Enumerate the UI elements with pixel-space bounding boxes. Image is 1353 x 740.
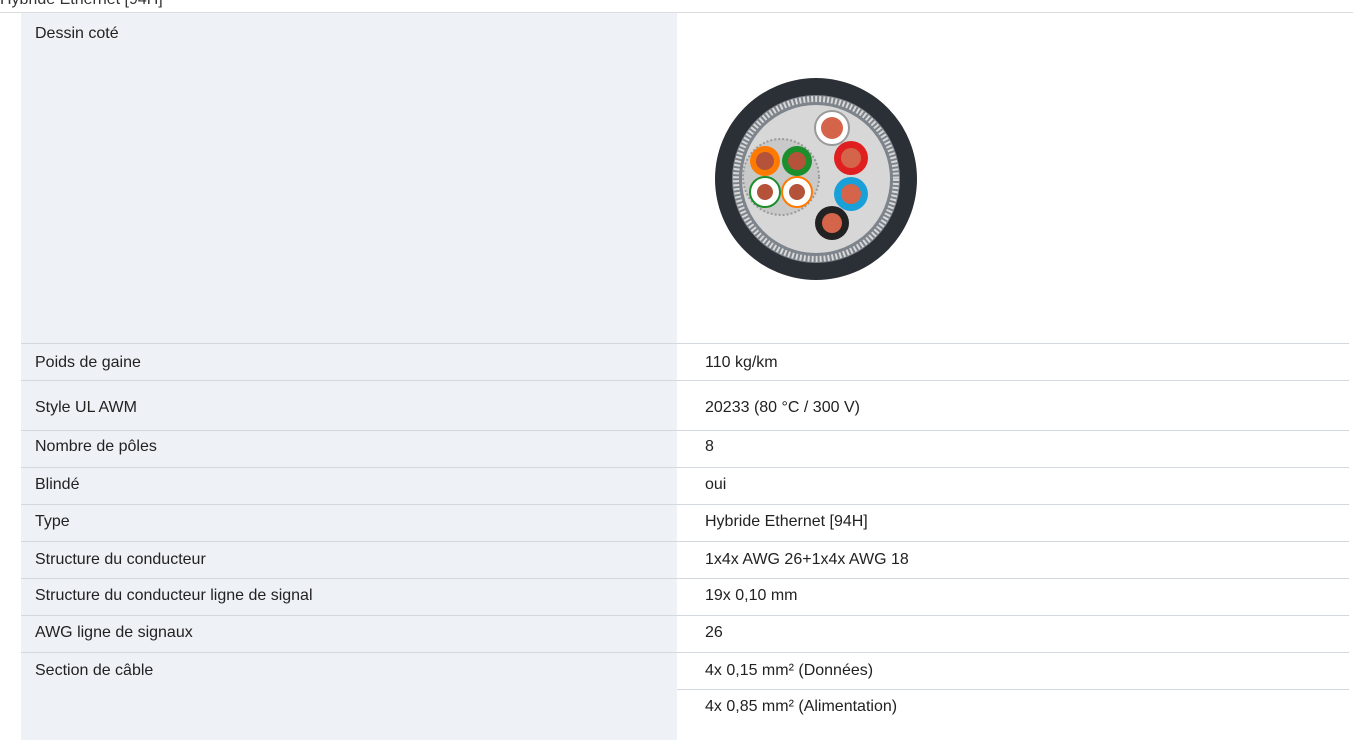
row-separator [21, 541, 1349, 542]
row-value: 4x 0,85 mm² (Alimentation) [705, 698, 898, 715]
row-label: AWG ligne de signaux [35, 624, 193, 641]
drawing-label: Dessin coté [35, 25, 119, 42]
cable-cross-section-icon [715, 78, 917, 280]
row-label: Type [35, 513, 70, 530]
row-value: 4x 0,15 mm² (Données) [705, 662, 874, 679]
row-value: 110 kg/km [705, 354, 778, 371]
row-separator [21, 578, 1349, 579]
row-separator [21, 615, 1349, 616]
row-separator-value-only [677, 689, 1349, 690]
row-section-de-cable-extra: 4x 0,85 mm² (Alimentation) [21, 691, 1349, 723]
row-type: Type Hybride Ethernet [94H] [21, 506, 1349, 538]
row-value: 26 [705, 624, 723, 641]
row-value: Hybride Ethernet [94H] [705, 513, 868, 530]
row-label: Nombre de pôles [35, 438, 157, 455]
row-awg-ligne-de-signaux: AWG ligne de signaux 26 [21, 617, 1349, 649]
row-separator [21, 467, 1349, 468]
row-value: 19x 0,10 mm [705, 587, 798, 604]
row-label: Blindé [35, 476, 80, 493]
row-separator-drawing [21, 343, 1349, 344]
row-poids-de-gaine: Poids de gaine 110 kg/km [21, 347, 1349, 379]
row-label: Structure du conducteur ligne de signal [35, 587, 313, 604]
row-label: Poids de gaine [35, 354, 141, 371]
row-value: 1x4x AWG 26+1x4x AWG 18 [705, 551, 909, 568]
row-value: oui [705, 476, 727, 493]
clipped-header: Hybride Ethernet [94H] [0, 0, 1353, 13]
row-label: Style UL AWM [35, 399, 137, 416]
row-label: Structure du conducteur [35, 551, 206, 568]
row-structure-ligne-de-signal: Structure du conducteur ligne de signal … [21, 580, 1349, 612]
row-structure-du-conducteur: Structure du conducteur 1x4x AWG 26+1x4x… [21, 544, 1349, 576]
row-section-de-cable: Section de câble 4x 0,15 mm² (Données) [21, 655, 1349, 687]
row-separator [21, 504, 1349, 505]
row-value: 8 [705, 438, 714, 455]
row-separator [21, 652, 1349, 653]
row-label: Section de câble [35, 662, 154, 679]
row-separator [21, 380, 1349, 381]
row-style-ul-awm: Style UL AWM 20233 (80 °C / 300 V) [21, 392, 1349, 424]
row-nombre-de-poles: Nombre de pôles 8 [21, 431, 1349, 463]
row-blinde: Blindé oui [21, 469, 1349, 501]
clipped-header-text: Hybride Ethernet [94H] [0, 0, 163, 9]
row-value: 20233 (80 °C / 300 V) [705, 399, 860, 416]
